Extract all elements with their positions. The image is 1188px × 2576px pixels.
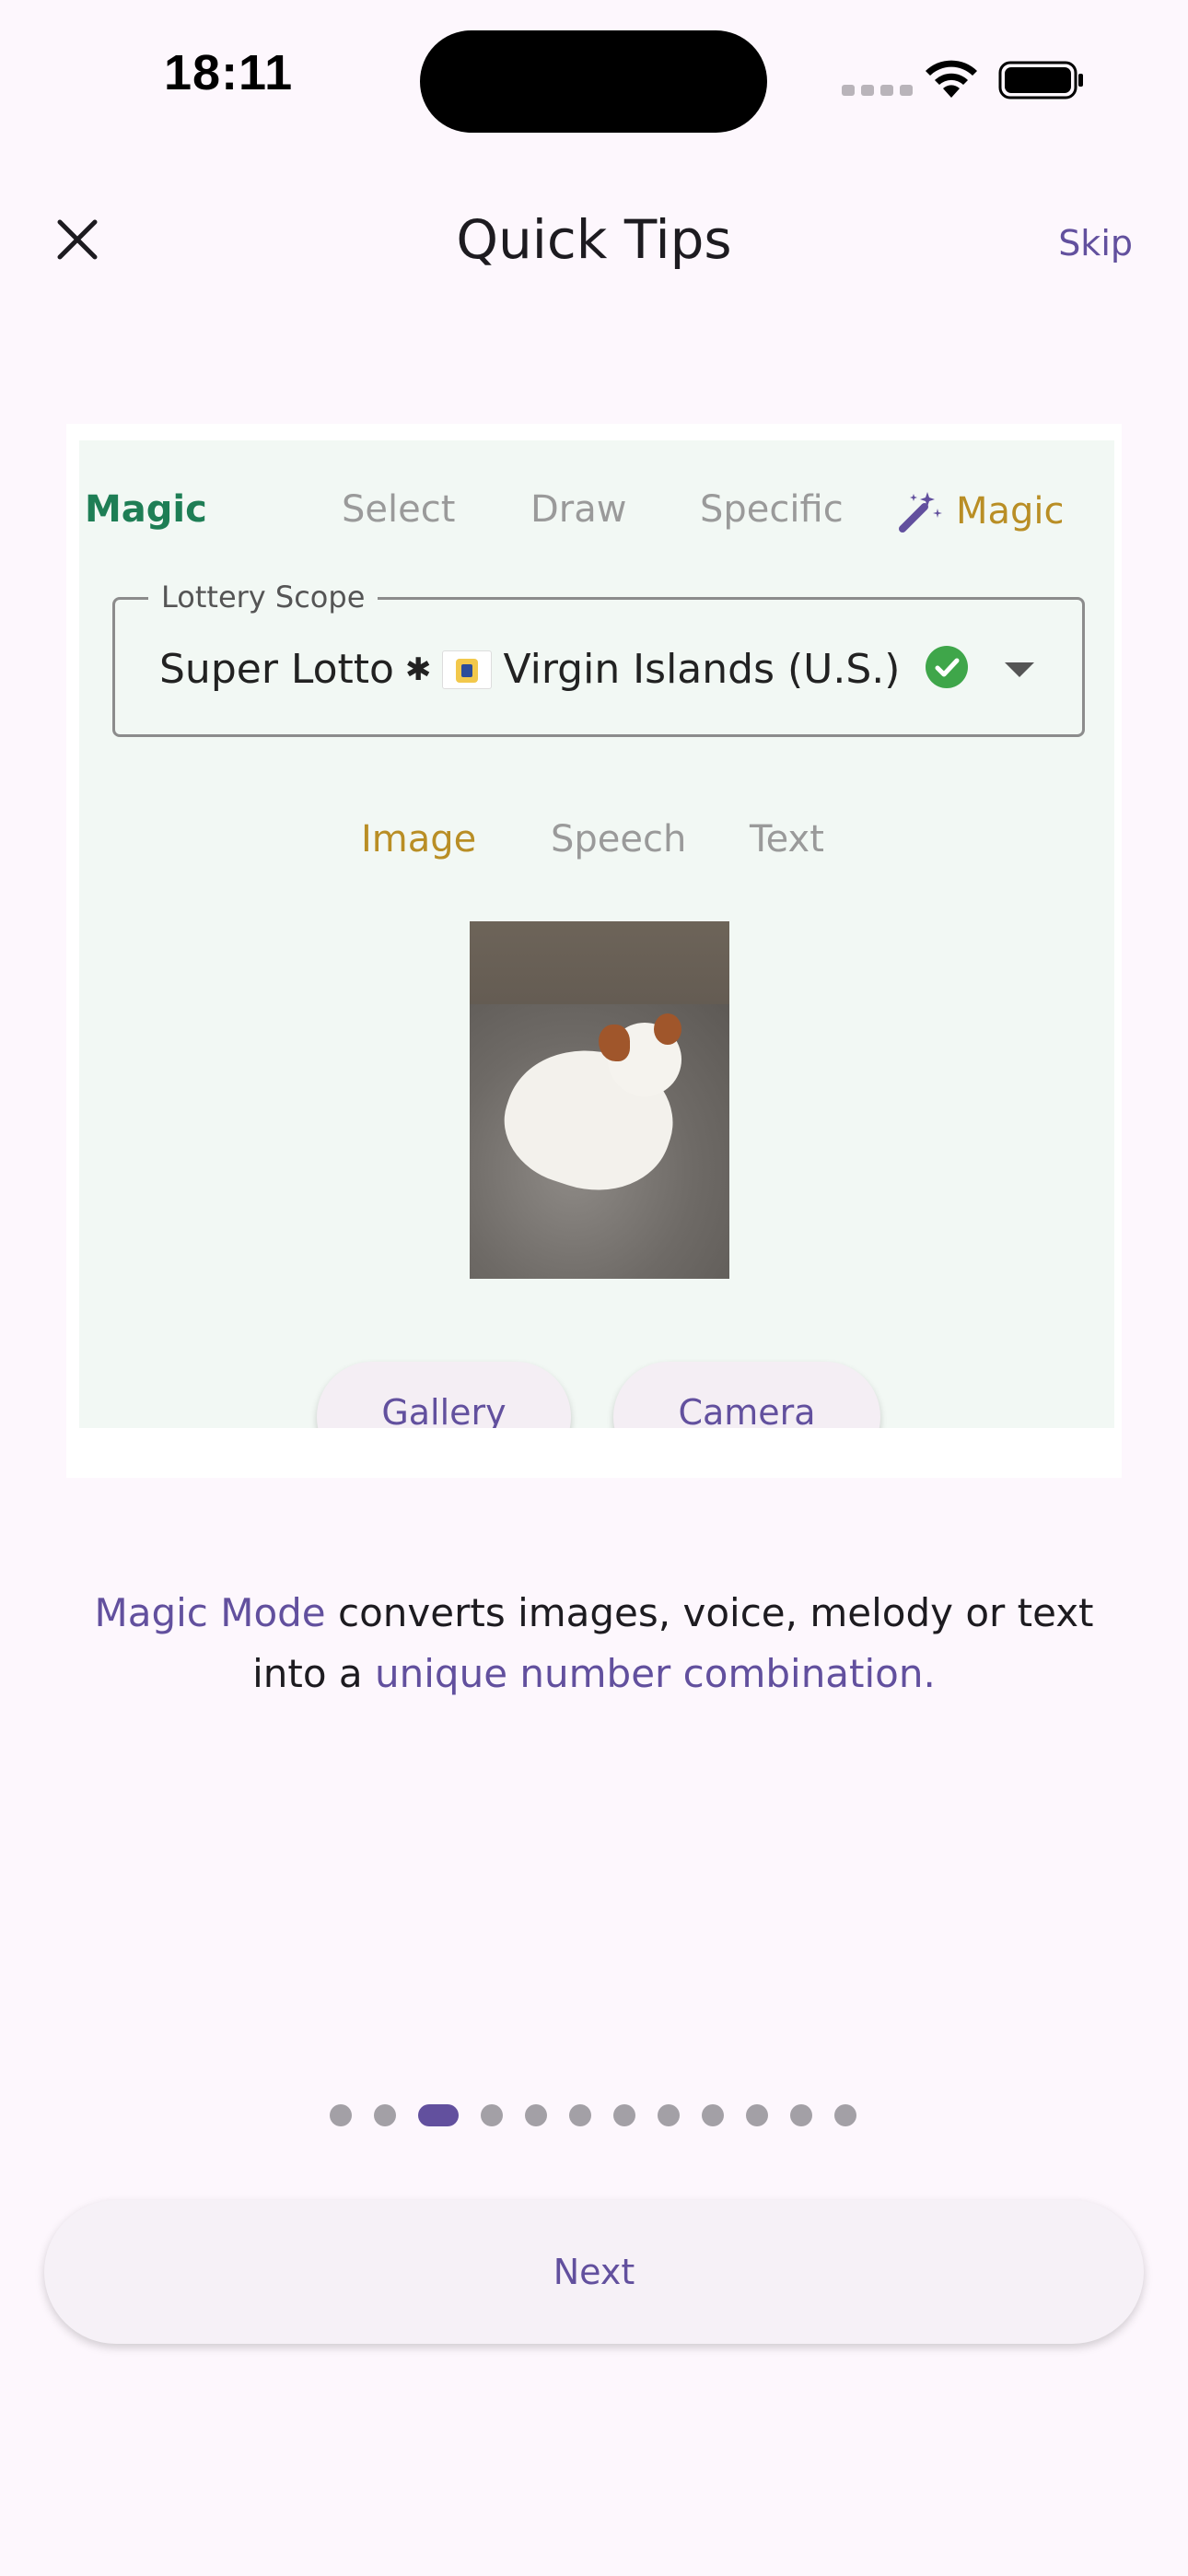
dynamic-island — [420, 30, 767, 133]
mode-tab-select[interactable]: Select — [342, 488, 455, 531]
page-title: Quick Tips — [456, 208, 732, 271]
mode-tab-magic-partial[interactable]: Magic — [85, 488, 207, 531]
camera-button[interactable]: Camera — [613, 1362, 880, 1428]
virgin-islands-flag-icon — [442, 650, 493, 689]
page-dot[interactable] — [746, 2104, 768, 2126]
page-indicator — [330, 2102, 856, 2128]
highlight-unique-combination: unique number combination. — [375, 1651, 936, 1696]
mode-tab-draw[interactable]: Draw — [530, 488, 626, 531]
check-circle-icon — [926, 646, 968, 688]
mode-tab-specific[interactable]: Specific — [700, 488, 844, 531]
cellular-signal-icon — [842, 85, 913, 96]
input-tabs: Image Speech Text — [79, 818, 1114, 873]
page-dot[interactable] — [481, 2104, 503, 2126]
gallery-button[interactable]: Gallery — [317, 1362, 571, 1428]
tip-description: Magic Mode converts images, voice, melod… — [83, 1583, 1105, 1704]
mode-tab-magic-label: Magic — [956, 490, 1065, 533]
lottery-scope-field[interactable]: Lottery Scope Super Lotto ✱ Virgin Islan… — [112, 580, 1085, 737]
input-tab-text[interactable]: Text — [750, 818, 824, 861]
quick-tips-screen: 18:11 Quick Tips Skip Magic Select Draw … — [0, 0, 1188, 2576]
status-time: 18:11 — [164, 45, 294, 100]
input-tab-speech[interactable]: Speech — [551, 818, 686, 861]
page-dot[interactable] — [613, 2104, 635, 2126]
scope-game-name: Super Lotto — [159, 646, 394, 693]
tip-preview-screenshot: Magic Select Draw Specific Magic Lottery… — [79, 440, 1114, 1428]
input-tab-image[interactable]: Image — [361, 818, 476, 861]
scope-region-name: Virgin Islands (U.S.) — [503, 646, 901, 693]
page-dot[interactable] — [834, 2104, 856, 2126]
page-dot[interactable] — [790, 2104, 812, 2126]
page-dot[interactable] — [525, 2104, 547, 2126]
mode-tabs: Magic Select Draw Specific Magic — [79, 488, 1114, 544]
lottery-scope-value: Super Lotto ✱ Virgin Islands (U.S.) — [159, 646, 900, 693]
highlight-magic-mode: Magic Mode — [94, 1590, 326, 1635]
dropdown-arrow-icon[interactable] — [1005, 662, 1034, 677]
wifi-icon — [926, 60, 977, 98]
page-dot[interactable] — [702, 2104, 724, 2126]
skip-button[interactable]: Skip — [1058, 223, 1133, 263]
scope-separator: ✱ — [404, 650, 432, 688]
page-dot[interactable] — [658, 2104, 680, 2126]
next-button[interactable]: Next — [44, 2200, 1144, 2344]
page-dot-active[interactable] — [418, 2104, 459, 2126]
battery-icon — [998, 61, 1083, 100]
mode-tab-magic[interactable]: Magic — [897, 488, 1065, 534]
tip-preview-card: Magic Select Draw Specific Magic Lottery… — [66, 424, 1122, 1478]
selected-photo — [470, 921, 729, 1279]
lottery-scope-label: Lottery Scope — [148, 580, 379, 615]
page-dot[interactable] — [569, 2104, 591, 2126]
magic-wand-icon — [899, 492, 942, 533]
page-dot[interactable] — [330, 2104, 352, 2126]
page-dot[interactable] — [374, 2104, 396, 2126]
